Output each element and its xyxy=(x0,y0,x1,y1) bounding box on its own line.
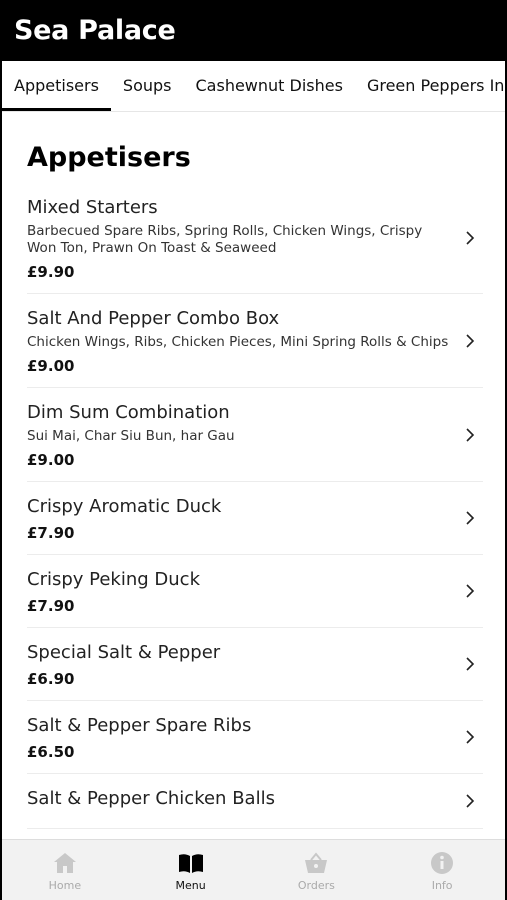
tab-cashewnut-dishes[interactable]: Cashewnut Dishes xyxy=(184,61,355,111)
item-price: £7.90 xyxy=(27,524,75,542)
item-price: £6.90 xyxy=(27,670,75,688)
tab-appetisers[interactable]: Appetisers xyxy=(2,61,111,111)
nav-menu-label: Menu xyxy=(175,878,206,892)
item-name: Salt And Pepper Combo Box xyxy=(27,308,280,329)
nav-orders[interactable]: Orders xyxy=(254,840,380,900)
book-icon xyxy=(178,853,203,873)
nav-orders-label: Orders xyxy=(297,878,335,892)
nav-home[interactable]: Home xyxy=(2,840,128,900)
menu-item[interactable]: Dim Sum Combination Sui Mai, Char Siu Bu… xyxy=(27,388,483,482)
home-icon xyxy=(53,852,76,873)
item-name: Crispy Peking Duck xyxy=(27,569,201,590)
item-price: £9.00 xyxy=(27,357,75,375)
item-price: £9.00 xyxy=(27,451,75,469)
item-description: Barbecued Spare Ribs, Spring Rolls, Chic… xyxy=(27,223,423,256)
menu-item[interactable]: Salt And Pepper Combo Box Chicken Wings,… xyxy=(27,294,483,388)
tab-soups[interactable]: Soups xyxy=(111,61,184,111)
basket-icon xyxy=(305,851,328,873)
menu-item[interactable]: Salt & Pepper Spare Ribs £6.50 xyxy=(27,701,483,774)
chevron-right-icon xyxy=(466,511,475,525)
item-description: Sui Mai, Char Siu Bun, har Gau xyxy=(27,428,235,444)
menu-item[interactable]: Crispy Aromatic Duck £7.90 xyxy=(27,482,483,555)
menu-item[interactable]: Crispy Peking Duck £7.90 xyxy=(27,555,483,628)
chevron-right-icon xyxy=(466,730,475,744)
item-name: Salt & Pepper Spare Ribs xyxy=(27,715,252,736)
category-tabs: Appetisers Soups Cashewnut Dishes Green … xyxy=(2,61,505,112)
bottom-navigation: Home Menu Orders Info xyxy=(2,839,505,900)
app-header: Sea Palace xyxy=(2,0,505,61)
item-price: £6.50 xyxy=(27,743,75,761)
nav-menu[interactable]: Menu xyxy=(128,840,254,900)
menu-item[interactable]: Special Salt & Pepper £6.90 xyxy=(27,628,483,701)
nav-info[interactable]: Info xyxy=(379,840,505,900)
info-icon xyxy=(431,851,454,874)
nav-info-label: Info xyxy=(431,878,453,892)
app-title: Sea Palace xyxy=(14,15,176,46)
item-description: Chicken Wings, Ribs, Chicken Pieces, Min… xyxy=(27,334,449,350)
item-name: Crispy Aromatic Duck xyxy=(27,496,222,517)
menu-item[interactable]: Mixed Starters Barbecued Spare Ribs, Spr… xyxy=(27,183,483,294)
item-name: Dim Sum Combination xyxy=(27,402,230,423)
chevron-right-icon xyxy=(466,794,475,808)
menu-content: Appetisers Mixed Starters Barbecued Spar… xyxy=(2,142,505,829)
item-price: £7.90 xyxy=(27,597,75,615)
app-screen: Sea Palace Appetisers Soups Cashewnut Di… xyxy=(2,0,505,900)
item-name: Special Salt & Pepper xyxy=(27,642,221,663)
chevron-right-icon xyxy=(466,427,475,442)
chevron-right-icon xyxy=(466,657,475,671)
item-name: Mixed Starters xyxy=(27,197,158,218)
section-title: Appetisers xyxy=(27,142,191,173)
menu-item[interactable]: Salt & Pepper Chicken Balls xyxy=(27,774,483,829)
item-name: Salt & Pepper Chicken Balls xyxy=(27,788,275,809)
chevron-right-icon xyxy=(466,333,475,348)
nav-home-label: Home xyxy=(48,878,82,892)
chevron-right-icon xyxy=(466,231,475,245)
chevron-right-icon xyxy=(466,584,475,598)
item-price: £9.90 xyxy=(27,263,75,281)
tab-green-peppers[interactable]: Green Peppers In B xyxy=(355,61,505,111)
